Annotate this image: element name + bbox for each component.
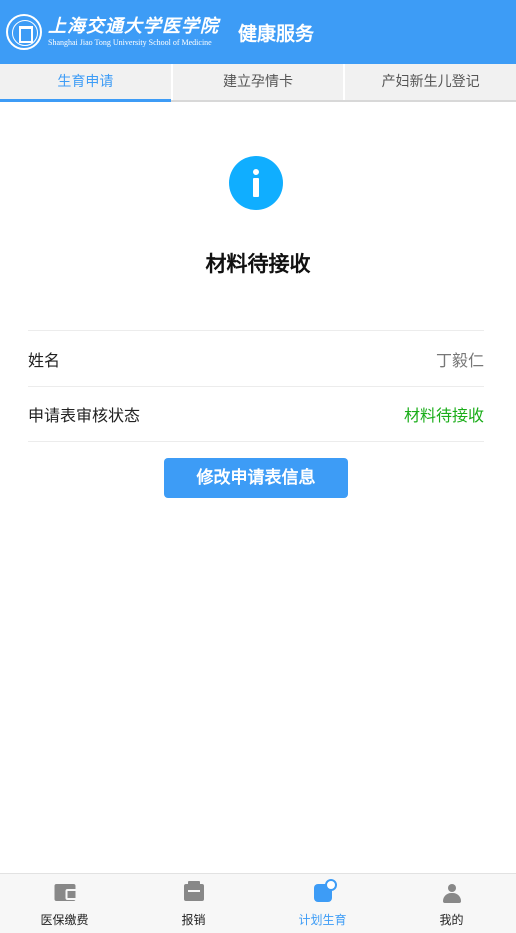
name-label: 姓名 [28,350,61,370]
page-title: 健康服务 [238,22,315,45]
edit-application-button[interactable]: 修改申请表信息 [164,458,348,498]
app-screen: 上海交通大学医学院 Shanghai Jiao Tong University … [0,0,516,933]
review-status-label: 申请表审核状态 [28,406,141,425]
nav-label: 计划生育 [298,913,347,927]
nav-item-insurance-payment[interactable]: 医保缴费 [0,874,129,933]
review-status-value: 材料待接收 [403,406,484,425]
nav-item-mine[interactable]: 我的 [387,874,516,933]
tab-pregnancy-card[interactable]: 建立孕情卡 [173,64,346,100]
school-name-en: Shanghai Jiao Tong University School of … [48,38,212,47]
reimburse-icon [183,881,204,901]
school-name-cn: 上海交通大学医学院 [48,16,219,37]
bottom-nav: 医保缴费 报销 计划生育 我的 [0,873,516,933]
tab-birth-application[interactable]: 生育申请 [0,64,173,102]
info-icon-dot [253,169,259,175]
nav-label: 报销 [181,913,206,927]
status-title: 材料待接收 [205,252,311,276]
school-logo: 上海交通大学医学院 Shanghai Jiao Tong University … [48,16,222,48]
name-value: 丁毅仁 [435,350,484,370]
tab-newborn-registration[interactable]: 产妇新生儿登记 [345,64,516,100]
user-icon [442,884,461,903]
nav-item-reimbursement[interactable]: 报销 [129,874,258,933]
family-planning-icon [313,879,337,902]
name-row: 姓名 丁毅仁 [28,330,484,386]
info-icon [229,156,283,210]
review-status-row: 申请表审核状态 材料待接收 [28,386,484,442]
wallet-icon [54,884,77,901]
tab-bar: 生育申请 建立孕情卡 产妇新生儿登记 [0,64,516,102]
school-seal-icon [6,14,42,50]
nav-label: 我的 [439,913,464,927]
info-icon-bar [253,178,259,197]
app-header: 上海交通大学医学院 Shanghai Jiao Tong University … [0,0,516,64]
nav-label: 医保缴费 [40,913,89,927]
nav-item-family-planning[interactable]: 计划生育 [258,874,387,933]
